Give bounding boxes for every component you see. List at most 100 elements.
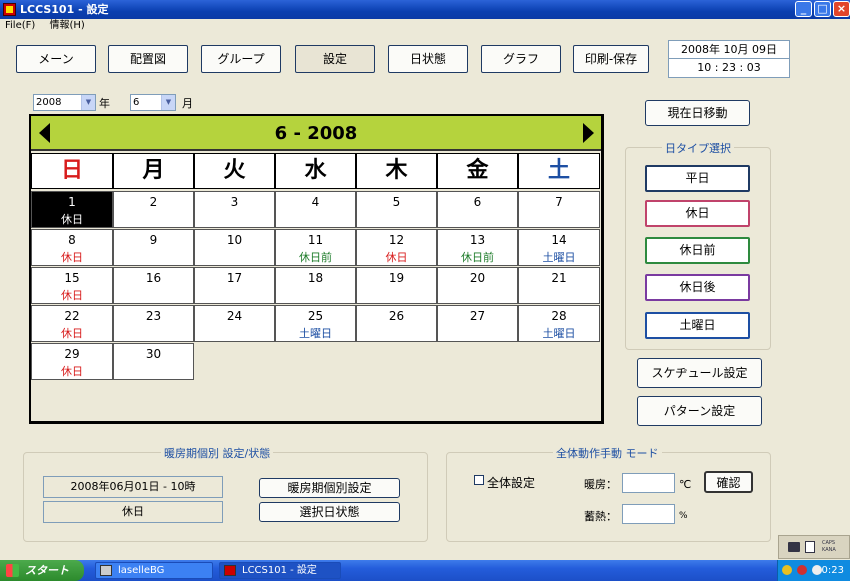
calendar-day-cell[interactable]: 13 休日前: [437, 229, 518, 266]
day-number: 5: [392, 195, 401, 209]
calendar-day-cell[interactable]: 2: [113, 191, 194, 228]
nav-main-button[interactable]: メーン: [16, 45, 96, 73]
calendar-day-cell[interactable]: 11 休日前: [275, 229, 356, 266]
day-number: 9: [149, 233, 158, 247]
calendar-day-cell[interactable]: 18: [275, 267, 356, 304]
calendar-day-cell[interactable]: 10: [194, 229, 275, 266]
start-label: スタート: [25, 564, 69, 577]
day-number: 21: [551, 271, 567, 285]
calendar-day-cell[interactable]: 25 土曜日: [275, 305, 356, 342]
year-select[interactable]: 2008 ▼: [33, 94, 96, 111]
day-type-label: 休日前: [299, 251, 332, 264]
day-number: 30: [145, 347, 162, 361]
calendar-day-cell[interactable]: 3: [194, 191, 275, 228]
day-number: 28: [551, 309, 567, 323]
calendar-day-cell[interactable]: 4: [275, 191, 356, 228]
daytype-button[interactable]: 休日後: [645, 274, 750, 301]
calendar-day-cell[interactable]: 12 休日: [356, 229, 437, 266]
heating-group-title: 暖房期個別 設定/状態: [161, 445, 274, 461]
nav-day-status-button[interactable]: 日状態: [388, 45, 468, 73]
prev-month-arrow-icon[interactable]: [39, 123, 50, 143]
heating-temp-label: 暖房：: [584, 478, 617, 491]
menu-file[interactable]: File(F): [5, 20, 35, 31]
day-number: 4: [311, 195, 320, 209]
calendar-title: 6 - 2008: [274, 123, 358, 144]
daytype-button[interactable]: 土曜日: [645, 312, 750, 339]
calendar-day-cell[interactable]: 26: [356, 305, 437, 342]
calendar-day-cell[interactable]: 28 土曜日: [518, 305, 600, 342]
nav-print-save-button[interactable]: 印刷-保存: [573, 45, 649, 73]
calendar-day-cell[interactable]: 17: [194, 267, 275, 304]
weekday-header: 土: [518, 153, 600, 189]
alert-icon[interactable]: [797, 565, 807, 575]
storage-input[interactable]: [622, 504, 675, 524]
daytype-button[interactable]: 平日: [645, 165, 750, 192]
task-lccs101[interactable]: LCCS101 - 設定: [219, 562, 341, 579]
calendar-day-cell[interactable]: 8 休日: [31, 229, 113, 266]
all-settings-checkbox[interactable]: [474, 475, 484, 485]
calendar-day-cell[interactable]: 21: [518, 267, 600, 304]
calendar-day-cell[interactable]: 19: [356, 267, 437, 304]
weekday-header: 月: [113, 153, 194, 189]
calendar-day-cell[interactable]: 14 土曜日: [518, 229, 600, 266]
keyboard-icon[interactable]: [788, 542, 800, 552]
maximize-button[interactable]: □: [814, 1, 831, 17]
daytype-group-title: 日タイプ選択: [662, 140, 734, 156]
heating-temp-input[interactable]: [622, 473, 675, 493]
nav-graph-button[interactable]: グラフ: [481, 45, 561, 73]
year-value: 2008: [36, 97, 62, 108]
day-number: 15: [64, 271, 80, 285]
close-button[interactable]: ×: [833, 1, 850, 17]
minimize-button[interactable]: _: [795, 1, 812, 17]
shield-icon[interactable]: [782, 565, 792, 575]
volume-icon[interactable]: [812, 565, 822, 575]
heating-individual-settings-button[interactable]: 暖房期個別設定: [259, 478, 400, 498]
calendar-day-cell[interactable]: 15 休日: [31, 267, 113, 304]
confirm-button[interactable]: 確認: [704, 471, 753, 493]
help-icon[interactable]: [805, 541, 815, 553]
taskbar: スタート laselleBG LCCS101 - 設定 10:23: [0, 560, 850, 581]
task-laselleBG[interactable]: laselleBG: [95, 562, 213, 579]
calendar-day-cell[interactable]: 27: [437, 305, 518, 342]
month-select[interactable]: 6 ▼: [130, 94, 176, 111]
all-settings-label: 全体設定: [487, 476, 536, 490]
nav-settings-button[interactable]: 設定: [295, 45, 375, 73]
chevron-down-icon[interactable]: ▼: [81, 95, 95, 110]
daytype-button[interactable]: 休日前: [645, 237, 750, 264]
move-to-today-button[interactable]: 現在日移動: [645, 100, 750, 126]
calendar-day-cell[interactable]: 5: [356, 191, 437, 228]
daytype-button[interactable]: 休日: [645, 200, 750, 227]
calendar-day-cell[interactable]: 22 休日: [31, 305, 113, 342]
chevron-down-icon[interactable]: ▼: [161, 95, 175, 110]
app-icon: [3, 3, 16, 16]
calendar-day-cell[interactable]: 7: [518, 191, 600, 228]
windows-logo-icon: [6, 564, 19, 577]
calendar-day-cell[interactable]: 1 休日: [31, 191, 113, 228]
day-number: 8: [68, 233, 76, 247]
calendar-day-cell[interactable]: 30: [113, 343, 194, 380]
day-number: 12: [388, 233, 405, 247]
language-bar[interactable]: CAPS KANA: [778, 535, 850, 559]
schedule-settings-button[interactable]: スケヂュール設定: [637, 358, 762, 388]
nav-group-button[interactable]: グループ: [201, 45, 281, 73]
calendar-day-cell[interactable]: 20: [437, 267, 518, 304]
day-number: 11: [307, 233, 324, 247]
calendar-day-cell[interactable]: 9: [113, 229, 194, 266]
day-number: 17: [226, 271, 243, 285]
nav-layout-button[interactable]: 配置図: [108, 45, 188, 73]
title-bar: LCCS101 - 設定: [0, 0, 850, 19]
day-number: 29: [64, 347, 80, 361]
calendar-day-cell[interactable]: 29 休日: [31, 343, 113, 380]
selected-day-status-button[interactable]: 選択日状態: [259, 502, 400, 522]
heating-status-display: 休日: [43, 501, 223, 523]
day-number: 24: [226, 309, 243, 323]
calendar-day-cell[interactable]: 6: [437, 191, 518, 228]
pattern-settings-button[interactable]: パターン設定: [637, 396, 762, 426]
calendar-day-cell[interactable]: 16: [113, 267, 194, 304]
calendar-day-cell[interactable]: 23: [113, 305, 194, 342]
day-type-label: 休日: [61, 365, 83, 378]
weekday-header: 水: [275, 153, 356, 189]
next-month-arrow-icon[interactable]: [583, 123, 594, 143]
menu-info[interactable]: 情報(H): [49, 20, 84, 31]
calendar-day-cell[interactable]: 24: [194, 305, 275, 342]
